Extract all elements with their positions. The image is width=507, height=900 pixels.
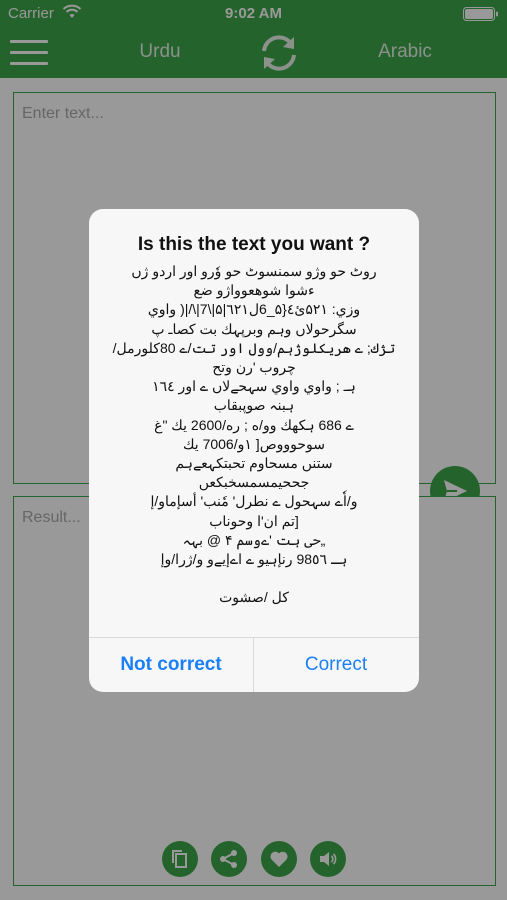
- ocr-confirm-dialog: Is this the text you want ? روٹ حو وژو س…: [89, 209, 419, 692]
- recognized-text: روٹ حو وژو سمنسوٹ حو وٗرو اور اردو ژں ءش…: [112, 263, 396, 606]
- dialog-actions: Not correct Correct: [89, 637, 419, 692]
- dialog-title: Is this the text you want ?: [137, 234, 371, 255]
- correct-button[interactable]: Correct: [254, 638, 418, 692]
- not-correct-button[interactable]: Not correct: [89, 638, 254, 692]
